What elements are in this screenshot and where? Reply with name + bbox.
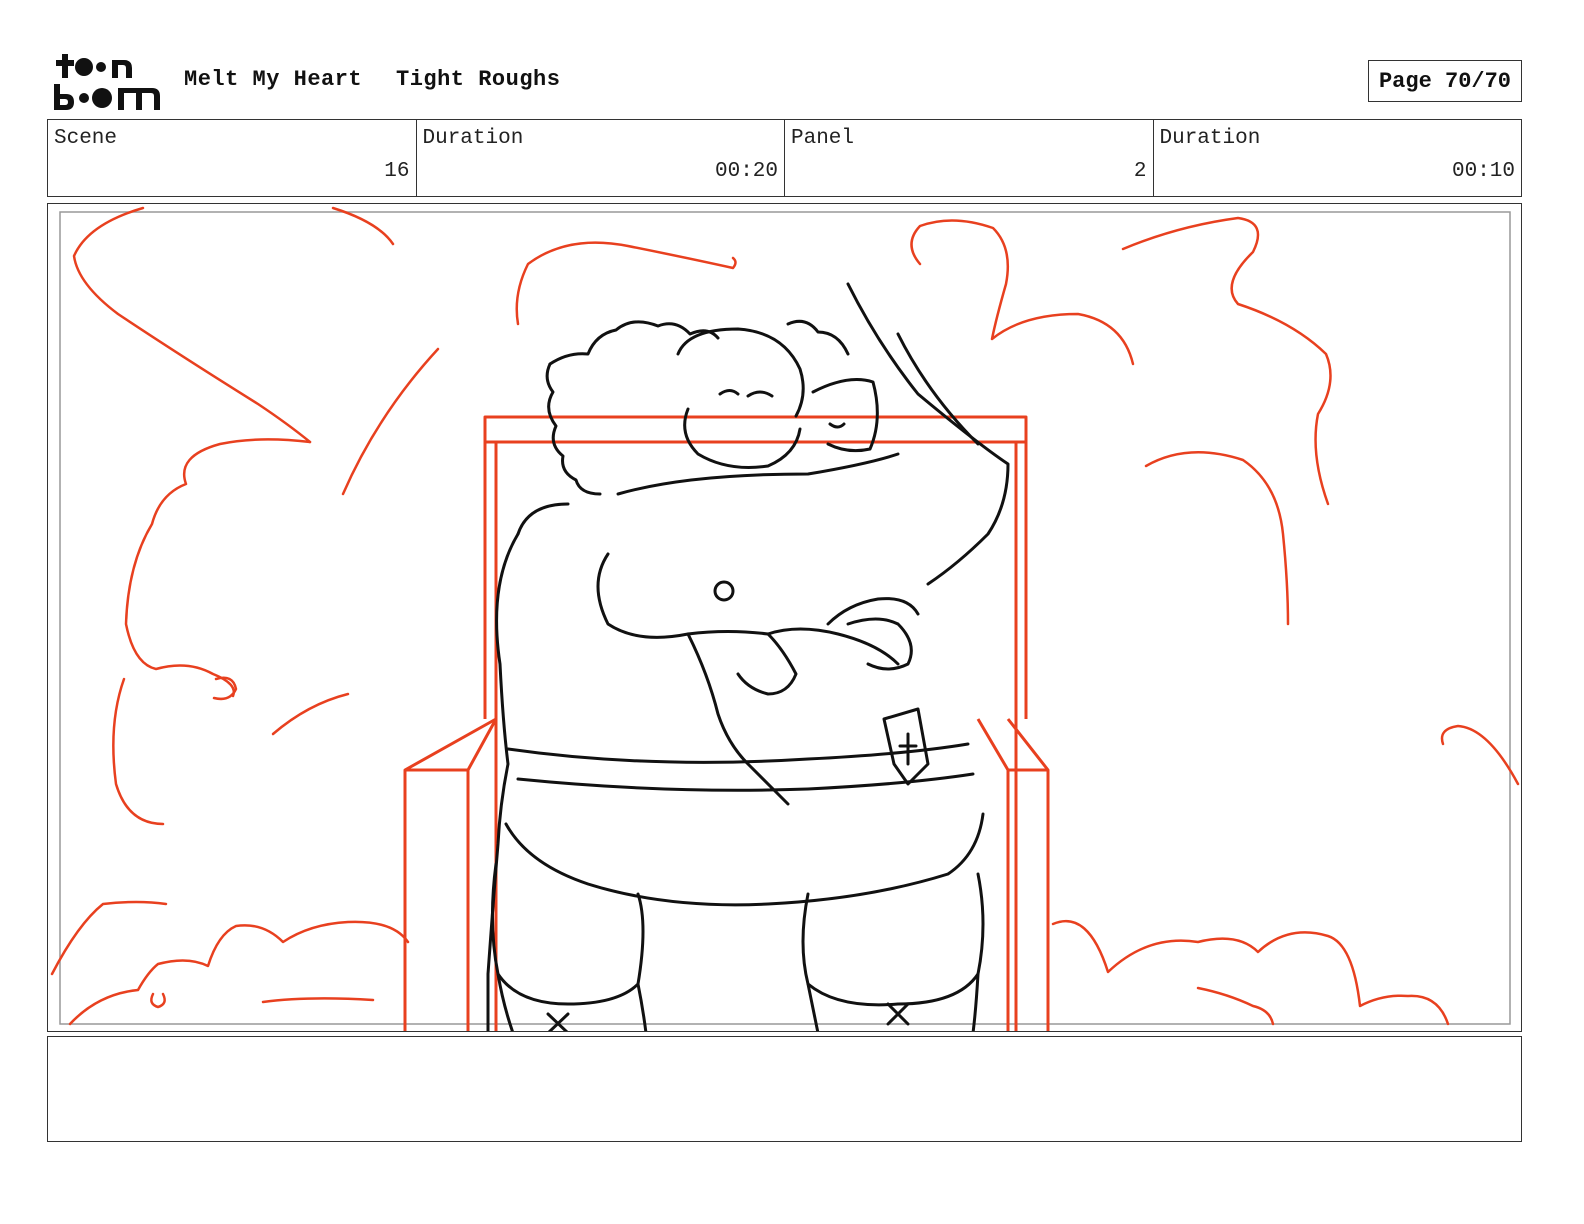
scene-info-row: Scene 16 Duration 00:20 Panel 2 Duration…: [47, 119, 1522, 197]
panel-label: Panel: [791, 127, 855, 150]
scene-duration-value: 00:20: [714, 160, 778, 183]
scene-duration-label: Duration: [422, 127, 524, 150]
scene-value: 16: [384, 160, 410, 183]
page-number-box: Page 70/70: [1368, 60, 1522, 102]
throne-sketch: [403, 415, 1050, 1031]
panel-duration-cell: Duration 00:10: [1154, 120, 1522, 196]
panel-duration-value: 00:10: [1451, 160, 1515, 183]
scene-duration-cell: Duration 00:20: [417, 120, 785, 196]
project-title: Melt My Heart: [184, 67, 363, 92]
scene-label: Scene: [54, 127, 118, 150]
scene-cell: Scene 16: [48, 120, 417, 196]
toonboom-logo: [54, 54, 160, 110]
panel-duration-label: Duration: [1159, 127, 1261, 150]
panel-cell: Panel 2: [785, 120, 1154, 196]
section-title: Tight Roughs: [396, 67, 561, 92]
page-number: Page 70/70: [1378, 68, 1512, 94]
panel-notes-box: [47, 1036, 1522, 1142]
panel-value: 2: [1133, 160, 1147, 183]
storyboard-panel: [47, 203, 1522, 1032]
character-lineart: [486, 282, 1010, 1031]
panel-sketch: [50, 206, 1520, 1031]
